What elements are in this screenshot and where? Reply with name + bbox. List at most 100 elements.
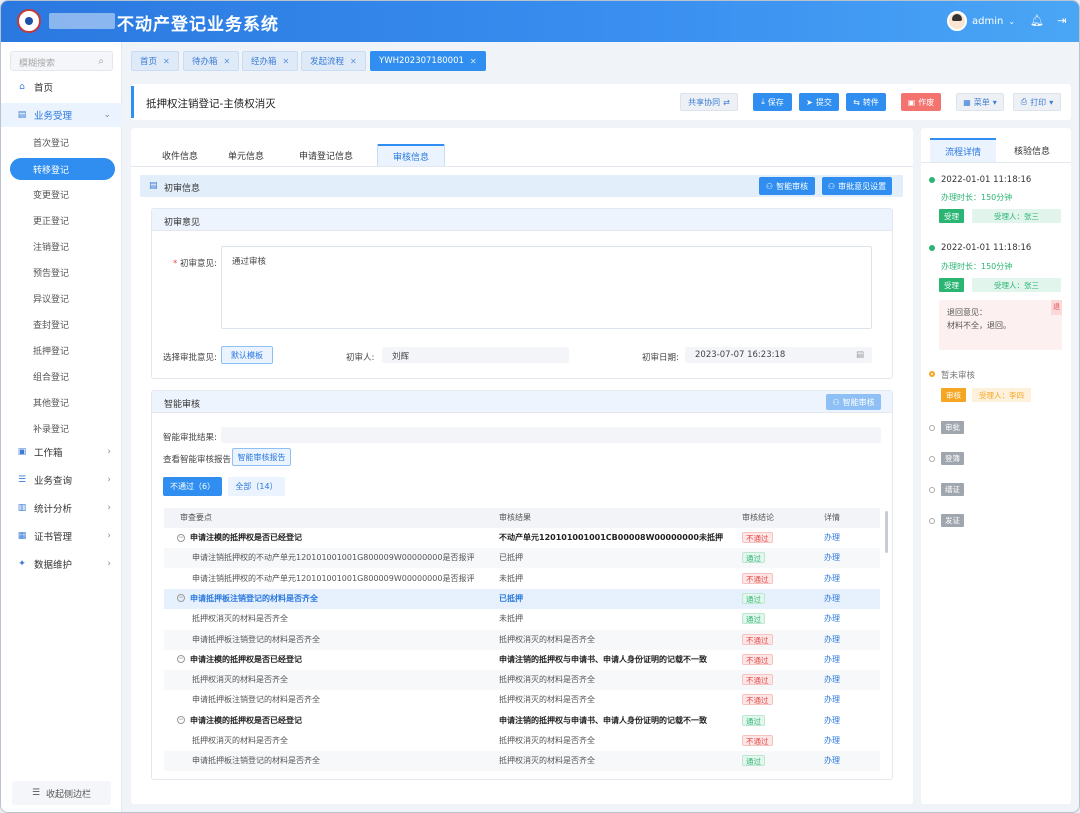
close-icon[interactable]: ✕: [224, 57, 231, 66]
close-icon[interactable]: ✕: [163, 57, 170, 66]
smart-review-button[interactable]: ⚇ 智能审核: [759, 177, 815, 195]
handle-link[interactable]: 办理: [824, 731, 840, 751]
default-template-button[interactable]: 默认模板: [221, 346, 273, 364]
print-dropdown[interactable]: ⎙ 打印 ▾: [1013, 93, 1061, 111]
smart-report-button[interactable]: 智能审核报告: [232, 448, 291, 466]
sidebar-item-query[interactable]: ☰ 业务查询 ›: [1, 468, 122, 492]
handle-link[interactable]: 办理: [824, 690, 840, 710]
table-scrollbar[interactable]: [885, 511, 888, 553]
collapse-toggle-icon[interactable]: −: [177, 594, 185, 603]
tab-handled[interactable]: 经办箱 ✕: [242, 51, 299, 71]
sidebar-subitem[interactable]: 查封登记: [1, 313, 122, 335]
collapse-sidebar-button[interactable]: ☰ 收起侧边栏: [12, 781, 111, 805]
collapse-toggle-icon[interactable]: −: [177, 716, 185, 725]
share-button[interactable]: 共享协同 ⇄: [680, 93, 738, 111]
table-row: − 申请注模的抵押权是否已经登记 不动产单元120101001001CB00008W…: [164, 528, 880, 548]
save-icon: ⤓: [761, 97, 765, 106]
button-label: 审批意见设置: [838, 181, 887, 191]
handle-link[interactable]: 办理: [824, 528, 840, 548]
close-icon[interactable]: ✕: [283, 57, 290, 66]
smart-review-run-button[interactable]: ⚇ 智能审核: [826, 394, 881, 410]
chevron-down-icon: ⌄: [1008, 16, 1016, 26]
tab-application-info[interactable]: 申请登记信息: [284, 144, 368, 166]
transfer-icon: ⇆: [853, 97, 860, 107]
sidebar-subitem[interactable]: 变更登记: [1, 183, 122, 205]
table-row: 申请注销抵押权的不动产单元120101001001G800009W0000000…: [164, 569, 880, 589]
handle-link[interactable]: 办理: [824, 670, 840, 690]
sidebar-item-maintenance[interactable]: ✦ 数据维护 ›: [1, 552, 122, 576]
home-icon: ⌂: [19, 82, 25, 92]
status-badge: 不通过: [742, 694, 773, 706]
user-menu[interactable]: admin ⌄: [947, 11, 1015, 31]
handle-link[interactable]: 办理: [824, 711, 840, 731]
menu-dropdown[interactable]: ▦ 菜单 ▾: [956, 93, 1004, 111]
tab-process-detail[interactable]: 流程详情: [930, 138, 996, 162]
sidebar-item-business[interactable]: ▤ 业务受理 ⌄: [1, 103, 122, 127]
cell-point: 申请注销抵押权的不动产单元120101001001G800009W0000000…: [192, 548, 487, 568]
opinion-label: * 初审意见:: [173, 257, 217, 269]
handle-link[interactable]: 办理: [824, 650, 840, 670]
opinion-setting-button[interactable]: ⚇ 审批意见设置: [822, 177, 892, 195]
search-input[interactable]: 模糊搜索 ⌕: [10, 51, 113, 71]
first-review-card: 初审意见 * 初审意见: 通过审核 选择审批意见: 默认模板 初审人: 刘辉 初…: [151, 208, 893, 379]
tab-todo[interactable]: 待办箱 ✕: [183, 51, 240, 71]
logout-icon[interactable]: ⇥: [1056, 15, 1068, 27]
handle-link[interactable]: 办理: [824, 609, 840, 629]
tab-receipt-info[interactable]: 收件信息: [150, 144, 210, 166]
reviewer-field[interactable]: 刘辉: [382, 347, 569, 363]
sidebar-subitem[interactable]: 预告登记: [1, 261, 122, 283]
table-row: − 申请抵押板注销登记的材料是否齐全 已抵押 通过 办理: [164, 588, 880, 609]
sidebar-item-label: 业务查询: [34, 476, 73, 487]
collapse-toggle-icon[interactable]: −: [177, 533, 185, 542]
sidebar-item-workbox[interactable]: ▣ 工作箱 ›: [1, 440, 122, 464]
close-icon[interactable]: ✕: [350, 57, 357, 66]
sidebar-subitem[interactable]: 组合登记: [1, 365, 122, 387]
sidebar-subitem[interactable]: 更正登记: [1, 209, 122, 231]
transfer-button[interactable]: ⇆ 转件: [846, 93, 886, 111]
void-button[interactable]: ▣ 作废: [901, 93, 941, 111]
submit-button[interactable]: ➤ 提交: [799, 93, 839, 111]
bell-icon[interactable]: 🔔︎: [1030, 15, 1044, 27]
tab-start-process[interactable]: 发起流程 ✕: [301, 51, 366, 71]
button-label: 转件: [862, 97, 879, 107]
handle-link[interactable]: 办理: [824, 569, 840, 589]
cell-result: 不动产单元120101001001CB00008W00000000未抵押: [499, 533, 723, 542]
filter-all-button[interactable]: 全部（14）: [228, 477, 285, 496]
status-badge: 通过: [742, 592, 765, 604]
tab-unit-info[interactable]: 单元信息: [216, 144, 276, 166]
sidebar-item-certificate[interactable]: ▦ 证书管理 ›: [1, 524, 122, 548]
sidebar-item-stats[interactable]: ▥ 统计分析 ›: [1, 496, 122, 520]
handle-link[interactable]: 办理: [824, 630, 840, 650]
user-check-icon: ⚇: [832, 397, 840, 407]
handle-link[interactable]: 办理: [824, 751, 840, 771]
return-opinion-note: 退回意见： 材料不全，退回。 退: [939, 300, 1062, 350]
result-field[interactable]: [221, 427, 881, 443]
tab-review-info[interactable]: 审核信息: [377, 144, 445, 166]
collapse-toggle-icon[interactable]: −: [177, 655, 185, 664]
cell-point-text: 申请注销抵押权的不动产单元120101001001G800009W0000000…: [192, 553, 475, 563]
sidebar-subitem[interactable]: 首次登记: [1, 131, 122, 153]
sidebar-subitem[interactable]: 抵押登记: [1, 339, 122, 361]
filter-fail-button[interactable]: 不通过（6）: [163, 477, 222, 496]
opinion-textarea[interactable]: 通过审核: [221, 246, 872, 329]
cell-point: − 申请抵押板注销登记的材料是否齐全: [177, 589, 487, 609]
handle-link[interactable]: 办理: [824, 548, 840, 568]
tab-verification-info[interactable]: 核验信息: [999, 138, 1065, 162]
tab-current-case[interactable]: YWH202307180001 ✕: [370, 51, 486, 71]
sidebar-subitem[interactable]: 注销登记: [1, 235, 122, 257]
handle-link[interactable]: 办理: [824, 589, 840, 609]
close-icon[interactable]: ✕: [470, 57, 477, 66]
printer-icon: ⎙: [1020, 97, 1028, 106]
review-date-field[interactable]: 2023-07-07 16:23:18 ▤: [685, 347, 872, 363]
column-header: 详情: [824, 513, 840, 522]
cell-result: 申请注销的抵押权与申请书、申请人身份证明的记载不一致: [499, 654, 707, 664]
sidebar-subitem[interactable]: 补录登记: [1, 417, 122, 439]
tab-home[interactable]: 首页 ✕: [131, 51, 179, 71]
sidebar-subitem[interactable]: 其他登记: [1, 391, 122, 413]
save-button[interactable]: ⤓ 保存: [753, 93, 792, 111]
cell-conclusion: 通过: [742, 609, 765, 629]
sidebar-subitem-active[interactable]: 转移登记: [10, 158, 115, 180]
sidebar-item-home[interactable]: ⌂ 首页: [1, 75, 122, 99]
sidebar-subitem[interactable]: 异议登记: [1, 287, 122, 309]
tab-divider: [921, 162, 1071, 163]
